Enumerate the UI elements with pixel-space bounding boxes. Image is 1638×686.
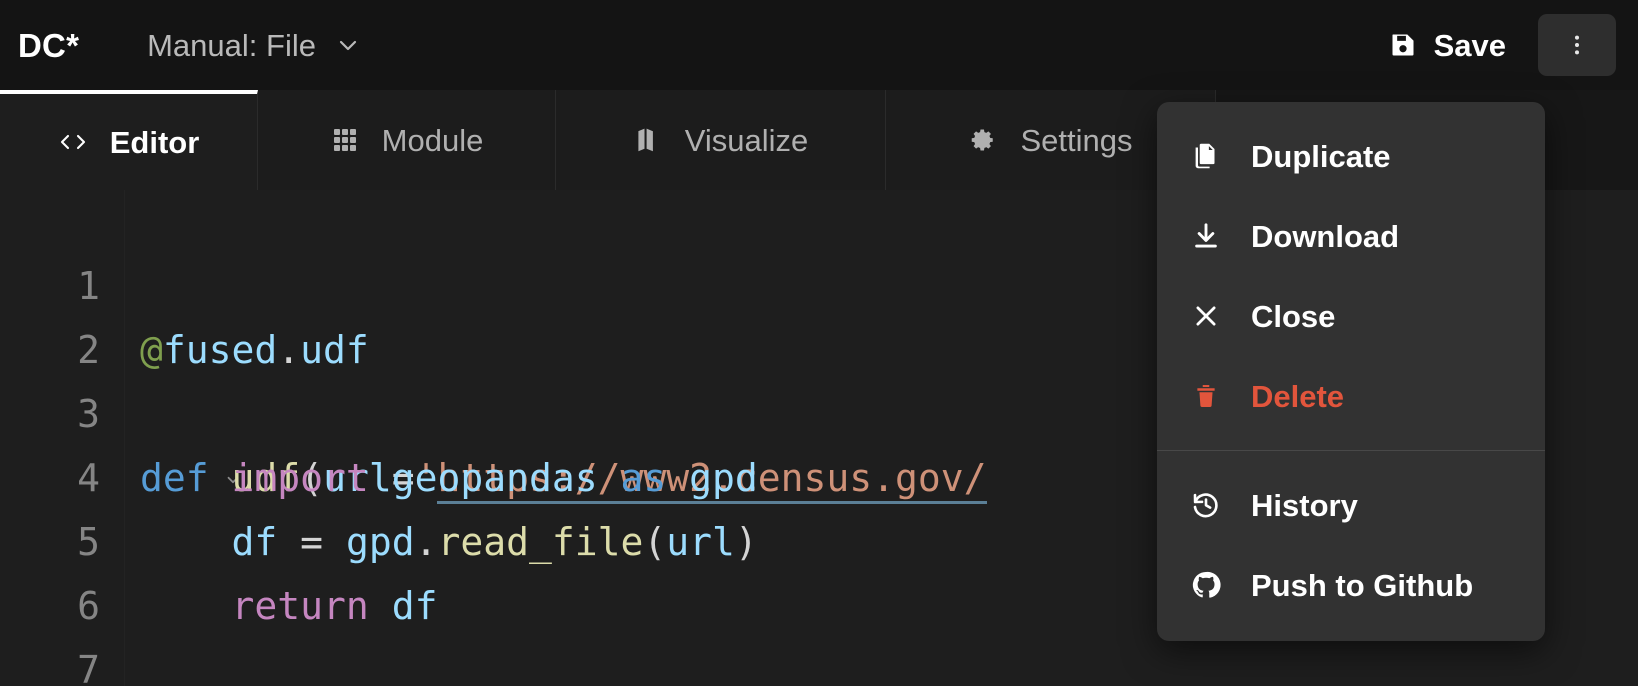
menu-item-duplicate-label: Duplicate (1251, 138, 1391, 174)
menu-item-history[interactable]: History (1157, 465, 1545, 545)
menu-item-delete-label: Delete (1251, 378, 1345, 414)
github-icon (1189, 568, 1223, 602)
tab-editor[interactable]: Editor (0, 90, 258, 190)
menu-divider (1157, 450, 1545, 451)
menu-item-push-to-github-label: Push to Github (1251, 567, 1474, 603)
udf-editor-window: DC* Manual: File Save Editor Module Visu… (0, 0, 1638, 686)
history-icon (1189, 488, 1223, 522)
chevron-down-icon (336, 33, 360, 57)
app-badge: DC* (18, 26, 80, 64)
tab-settings-label: Settings (1020, 122, 1133, 158)
gear-icon (968, 125, 998, 155)
top-header-bar: DC* Manual: File Save (0, 0, 1638, 90)
menu-item-history-label: History (1251, 487, 1358, 523)
menu-item-close[interactable]: Close (1157, 276, 1545, 356)
tab-module[interactable]: Module (258, 90, 556, 190)
download-icon (1189, 219, 1223, 253)
floppy-disk-icon (1389, 31, 1417, 59)
save-button-label: Save (1433, 27, 1506, 63)
tab-editor-label: Editor (109, 124, 200, 160)
menu-item-download[interactable]: Download (1157, 196, 1545, 276)
menu-item-duplicate[interactable]: Duplicate (1157, 116, 1545, 196)
tab-visualize-label: Visualize (684, 122, 809, 158)
grid-icon (330, 125, 360, 155)
file-selector-label: Manual: File (147, 27, 316, 63)
map-icon (633, 125, 663, 155)
more-options-menu: Duplicate Download Close Delete History … (1157, 102, 1545, 641)
menu-item-close-label: Close (1251, 298, 1336, 334)
tab-visualize[interactable]: Visualize (556, 90, 886, 190)
code-brackets-icon (58, 127, 88, 157)
line-number: 7 (77, 648, 100, 686)
tab-module-label: Module (381, 122, 484, 158)
menu-item-delete[interactable]: Delete (1157, 356, 1545, 436)
close-icon (1189, 299, 1223, 333)
copy-icon (1189, 139, 1223, 173)
kebab-menu-icon (1564, 32, 1590, 58)
trash-icon (1189, 379, 1223, 413)
menu-item-push-to-github[interactable]: Push to Github (1157, 545, 1545, 625)
file-selector-dropdown[interactable]: Manual: File (147, 30, 360, 61)
save-button[interactable]: Save (1379, 22, 1516, 69)
more-options-button[interactable] (1538, 14, 1616, 76)
menu-item-download-label: Download (1251, 218, 1400, 254)
